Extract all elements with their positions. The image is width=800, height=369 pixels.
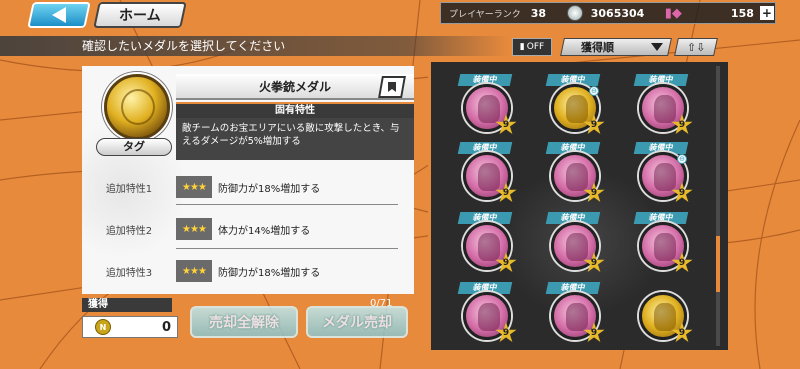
lock-icon: ⊖ <box>589 86 599 96</box>
trait-row-3: 追加特性3 ★★★ 防御力が18%増加する <box>82 256 400 286</box>
medal-cell[interactable]: 装備中 9 <box>629 74 699 140</box>
sort-order-icon: ⇧⇩ <box>686 40 706 54</box>
character-portrait-icon <box>566 163 588 191</box>
home-button[interactable]: ホーム <box>93 2 187 28</box>
medal-cell[interactable]: 装備中 9 <box>453 74 523 140</box>
instruction-text: 確認したいメダルを選択してください <box>0 36 510 56</box>
trait-stars: ★★★ <box>176 176 212 198</box>
player-rank-value: 38 <box>530 6 547 20</box>
character-portrait-icon <box>654 233 676 261</box>
medal-cell[interactable]: 装備中 ⊖ 9 <box>541 74 611 140</box>
character-portrait-icon <box>566 233 588 261</box>
scrollbar-thumb[interactable] <box>716 236 720 292</box>
gem-value: 158 <box>730 6 754 20</box>
medal-cell[interactable]: 装備中 ⊖ 9 <box>629 142 699 208</box>
sort-dropdown-label: 獲得順 <box>581 41 614 54</box>
medal-grid: 装備中 9 装備中 ⊖ 9 装備中 9 装備中 9 装備中 9 装備中 ⊖ 9 装備中 9 装備中 9 装備中 9 装備… <box>428 62 728 350</box>
add-gems-button[interactable]: + <box>759 6 774 20</box>
medal-detail-panel: タグ 火拳銃メダル 固有特性 敵チームのお宝エリアにいる敵に攻撃したとき、与える… <box>82 66 414 294</box>
bookmark-icon <box>388 82 396 92</box>
gem-icon: ▮◆ <box>664 5 682 21</box>
chevron-down-icon <box>651 43 663 51</box>
character-portrait-icon <box>478 163 500 191</box>
character-portrait-icon <box>478 95 500 123</box>
sell-count: 0/71 <box>370 298 393 309</box>
trait-text: 体力が14%増加する <box>218 225 311 237</box>
home-button-label: ホーム <box>119 8 161 24</box>
trait-label: 追加特性1 <box>105 183 153 195</box>
unsell-all-button[interactable]: 売却全解除 <box>190 306 298 338</box>
bookmark-button[interactable] <box>378 76 406 98</box>
sort-order-button[interactable]: ⇧⇩ <box>674 38 718 56</box>
back-arrow-icon <box>52 7 66 23</box>
character-portrait-icon <box>654 303 676 331</box>
trait-text: 防御力が18%増加する <box>218 267 321 279</box>
medal-cell[interactable]: 装備中 9 <box>453 282 523 348</box>
selected-medal-icon <box>104 74 170 140</box>
trait-row-2: 追加特性2 ★★★ 体力が14%増加する <box>82 214 400 244</box>
medal-cell[interactable]: 装備中 9 <box>629 212 699 278</box>
character-portrait-icon <box>478 303 500 331</box>
owned-value: 0 <box>161 319 171 335</box>
coin-icon <box>566 5 583 21</box>
medal-cell[interactable]: 装備中 9 <box>541 282 611 348</box>
player-status-bar: プレイヤーランク 38 3065304 ▮◆ 158 + <box>440 2 776 24</box>
trait-stars: ★★★ <box>176 260 212 282</box>
trait-label: 追加特性3 <box>105 267 153 279</box>
medal-cell[interactable]: 装備中 9 <box>453 142 523 208</box>
medal-cell[interactable]: 9 <box>629 282 699 348</box>
scrollbar-track[interactable] <box>716 66 720 346</box>
owned-value-box: N 0 <box>82 316 178 338</box>
character-portrait-icon <box>654 163 676 191</box>
owned-label: 獲得 <box>82 298 172 312</box>
sell-medal-button[interactable]: メダル売却 <box>306 306 408 338</box>
trait-stars: ★★★ <box>176 218 212 240</box>
medal-face-icon <box>121 89 155 125</box>
character-portrait-icon <box>566 303 588 331</box>
divider <box>176 204 398 205</box>
character-portrait-icon <box>654 95 676 123</box>
back-button[interactable] <box>27 2 91 28</box>
player-rank-label: プレイヤーランク <box>449 9 521 20</box>
coin-value: 3065304 <box>590 6 645 20</box>
bookmark-filter-toggle[interactable]: ▮ OFF <box>512 38 552 56</box>
trait-text: 防御力が18%増加する <box>218 183 321 195</box>
n-coin-icon: N <box>95 319 111 335</box>
trait-row-1: 追加特性1 ★★★ 防御力が18%増加する <box>82 172 400 202</box>
trait-label: 追加特性2 <box>105 225 153 237</box>
character-portrait-icon <box>478 233 500 261</box>
character-portrait-icon <box>566 95 588 123</box>
bookmark-icon: ▮ <box>519 42 525 52</box>
unique-trait-description: 敵チームのお宝エリアにいる敵に攻撃したとき、与えるダメージが5%増加する <box>176 118 414 160</box>
sort-dropdown[interactable]: 獲得順 <box>560 38 672 56</box>
medal-cell[interactable]: 装備中 9 <box>541 142 611 208</box>
tag-button[interactable]: タグ <box>96 138 172 156</box>
medal-cell[interactable]: 装備中 9 <box>453 212 523 278</box>
unique-trait-header: 固有特性 <box>176 102 414 118</box>
owned-currency-box: 獲得 N 0 <box>82 298 178 340</box>
divider <box>176 248 398 249</box>
medal-cell[interactable]: 装備中 9 <box>541 212 611 278</box>
lock-icon: ⊖ <box>677 154 687 164</box>
filter-state-label: OFF <box>526 42 545 52</box>
